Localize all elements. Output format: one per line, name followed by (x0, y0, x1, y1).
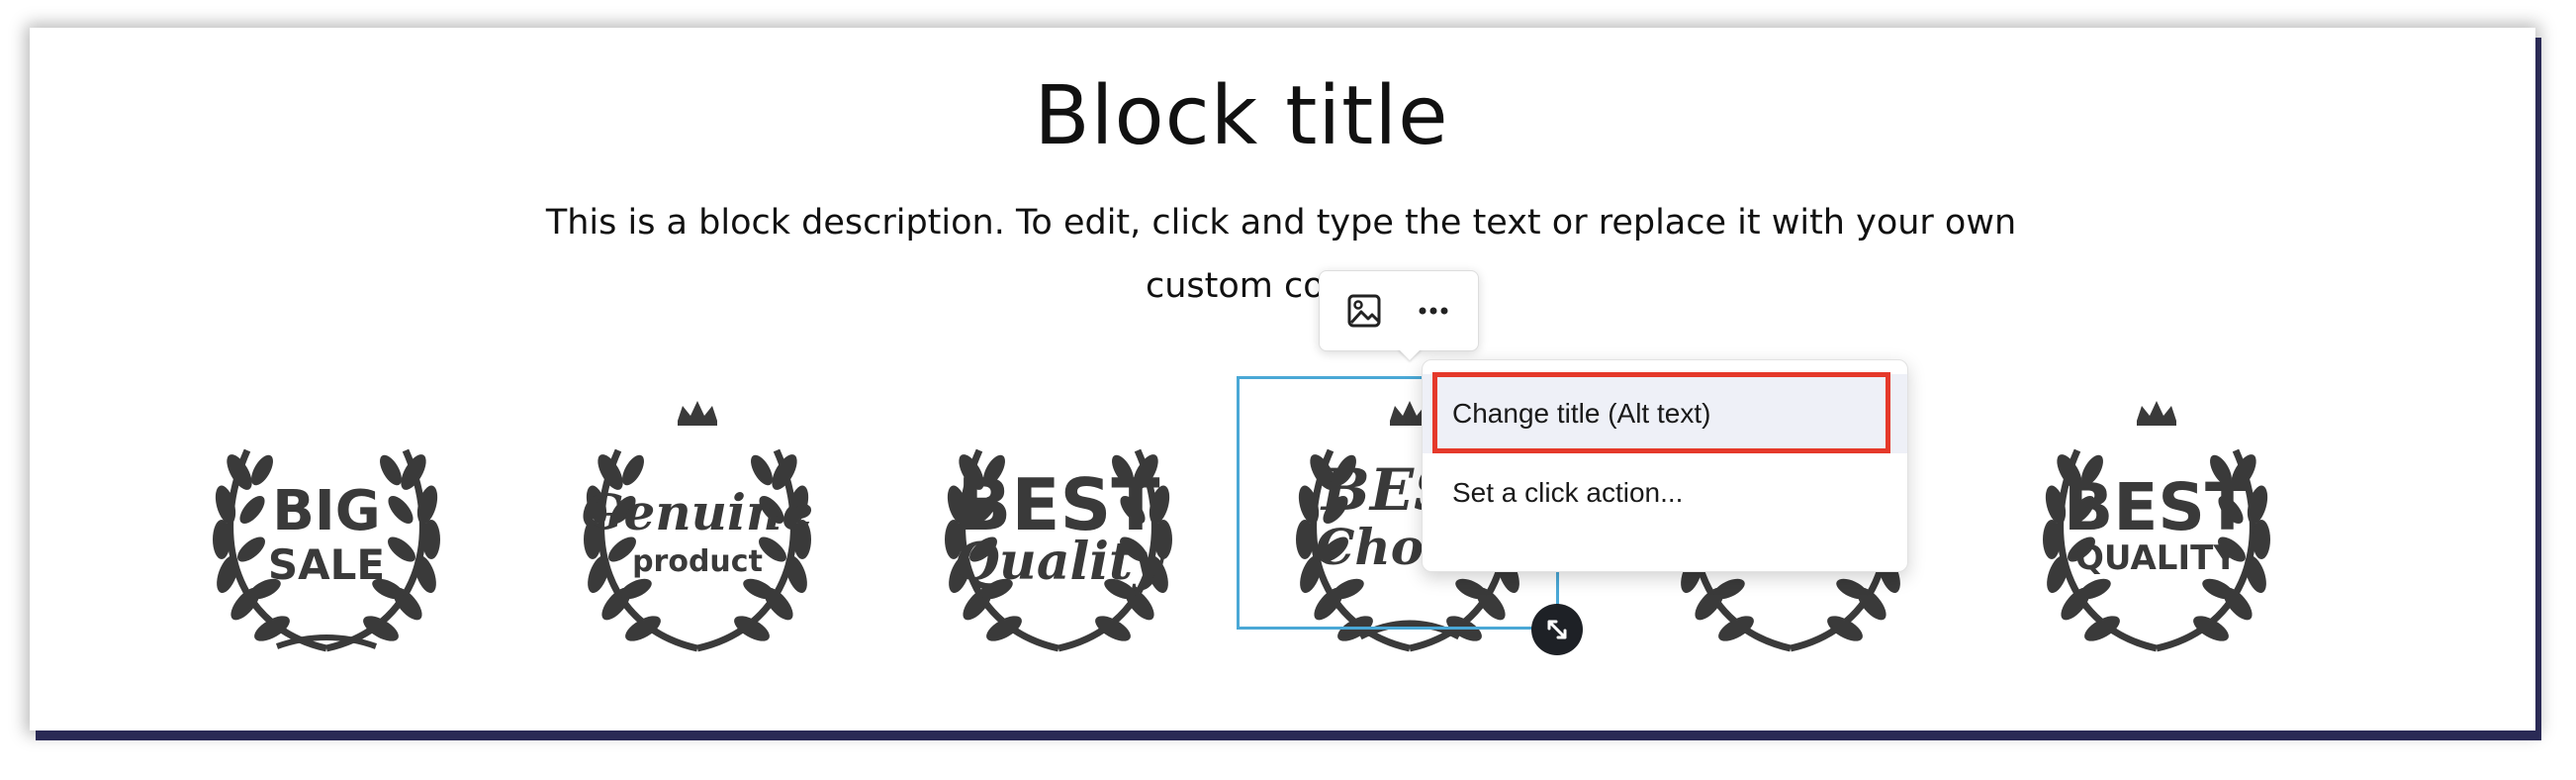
image-icon (1347, 294, 1381, 328)
badge-best-quality-crown[interactable]: BEST QUALITY (2008, 381, 2305, 678)
badge-text: Genuine (582, 483, 813, 541)
resize-arrows-icon (1547, 620, 1567, 639)
badge-text: product (632, 544, 763, 579)
badge-big-sale[interactable]: BIG SALE (178, 381, 475, 678)
image-toolbar (1319, 270, 1479, 351)
badge-text: BEST (2064, 469, 2250, 545)
badge-best-quality[interactable]: BEST Quality (910, 381, 1207, 678)
badge-text: QUALITY (2075, 538, 2238, 578)
badge-text: Quality (955, 532, 1166, 592)
toolbar-caret (1398, 348, 1422, 360)
badge-text: SALE (268, 540, 385, 589)
resize-handle[interactable] (1531, 604, 1583, 655)
replace-image-button[interactable] (1336, 283, 1392, 339)
block-description[interactable]: This is a block description. To edit, cl… (480, 191, 2082, 318)
highlight-box (1432, 372, 1890, 453)
badge-genuine-product[interactable]: Genuine product (549, 381, 846, 678)
more-horizontal-icon (1419, 307, 1448, 315)
badge-text: BIG (272, 479, 380, 543)
more-options-button[interactable] (1406, 283, 1461, 339)
block-title[interactable]: Block title (30, 69, 2453, 163)
menu-item-set-click-action[interactable]: Set a click action... (1423, 453, 1907, 533)
